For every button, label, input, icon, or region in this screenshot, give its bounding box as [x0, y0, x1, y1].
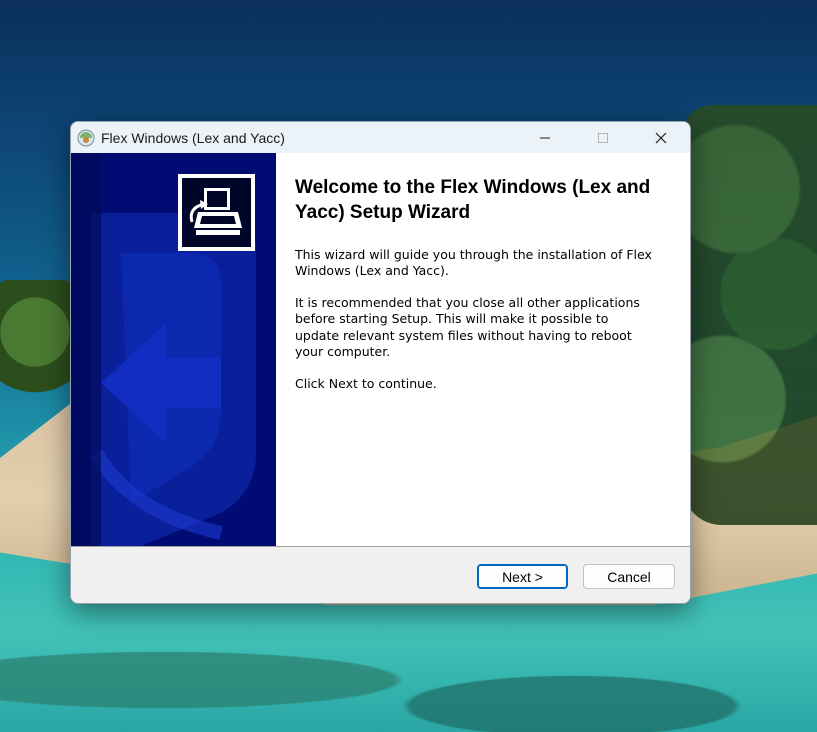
- wizard-content: Welcome to the Flex Windows (Lex and Yac…: [276, 153, 690, 546]
- close-icon: [655, 132, 667, 143]
- title-bar[interactable]: Flex Windows (Lex and Yacc): [71, 122, 690, 153]
- computer-install-icon: [178, 174, 255, 251]
- wallpaper-palms: [682, 105, 817, 525]
- wallpaper-palms-left: [0, 280, 70, 410]
- wizard-heading: Welcome to the Flex Windows (Lex and Yac…: [295, 177, 651, 223]
- continue-paragraph: Click Next to continue.: [295, 376, 437, 391]
- minimize-icon: [540, 137, 550, 138]
- close-button[interactable]: [632, 122, 690, 153]
- footer-divider: [71, 546, 690, 547]
- recommendation-paragraph: It is recommended that you close all oth…: [295, 295, 640, 360]
- window-title: Flex Windows (Lex and Yacc): [101, 129, 285, 146]
- maximize-icon: [598, 132, 608, 143]
- desktop-background: Flex Windows (Lex and Yacc) Welcome to t…: [0, 0, 817, 732]
- setup-wizard-window: Flex Windows (Lex and Yacc) Welcome to t…: [70, 121, 691, 604]
- wallpaper-reef: [0, 602, 817, 732]
- intro-paragraph: This wizard will guide you through the i…: [295, 247, 652, 279]
- maximize-button[interactable]: [574, 122, 632, 153]
- cancel-button[interactable]: Cancel: [583, 564, 675, 589]
- next-button[interactable]: Next >: [477, 564, 568, 589]
- minimize-button[interactable]: [516, 122, 574, 153]
- wizard-banner: [71, 153, 276, 546]
- installer-globe-icon: [77, 129, 95, 147]
